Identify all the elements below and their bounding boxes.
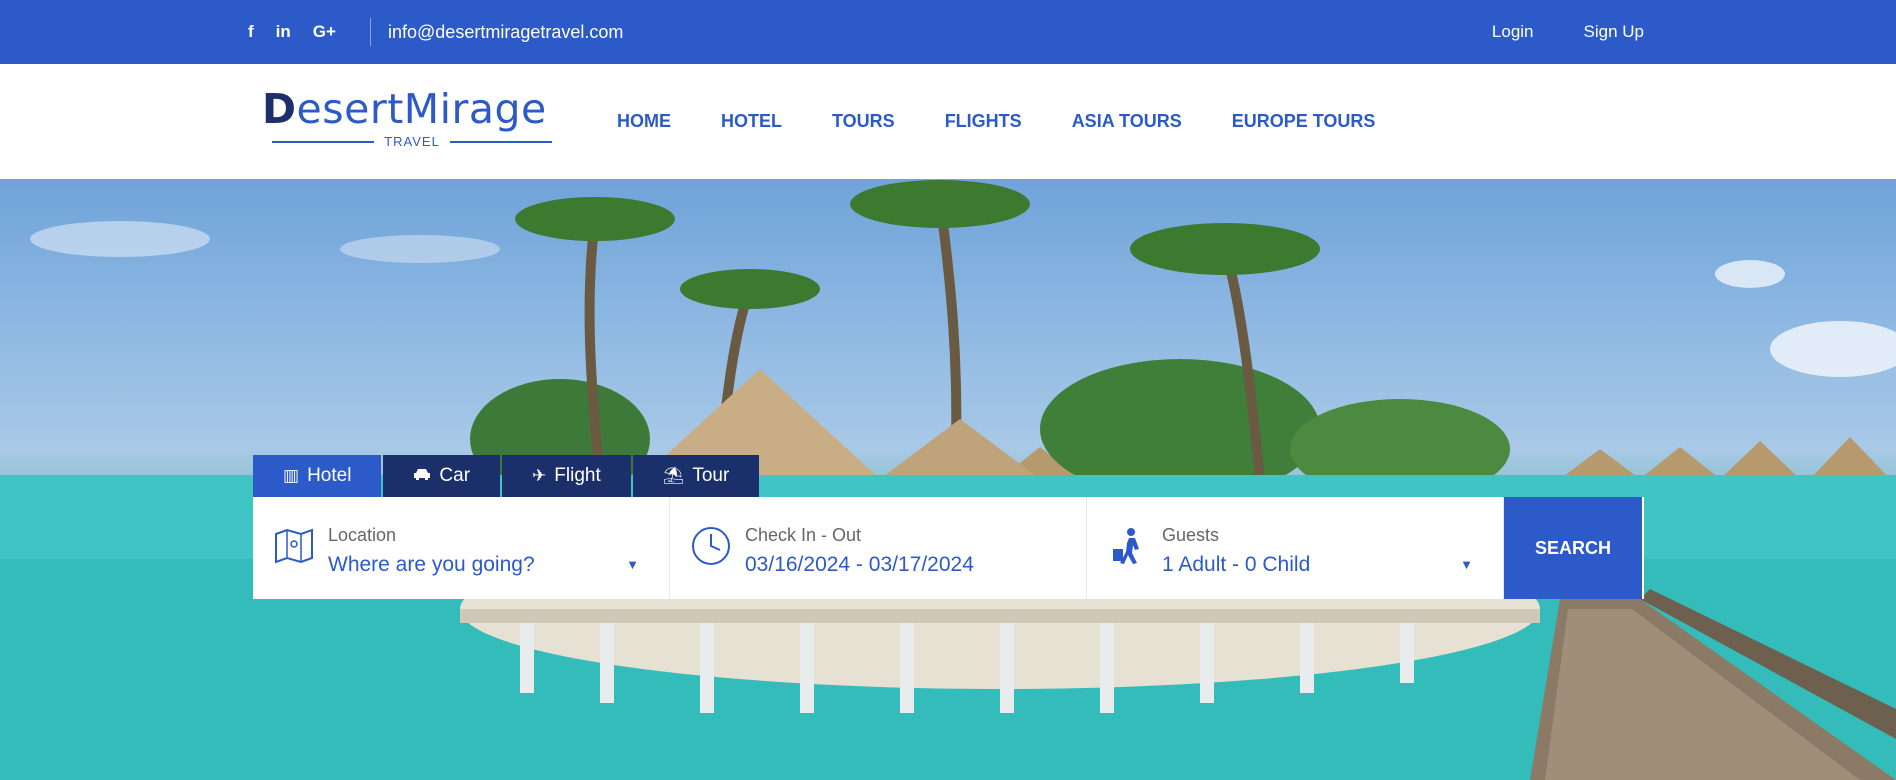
clock-icon	[692, 527, 730, 565]
search-tabs: ▥ Hotel Car ✈ Flight ⛱ Tour	[253, 455, 760, 497]
tab-label: Tour	[692, 465, 730, 486]
plane-icon: ✈	[532, 466, 547, 485]
facebook-icon[interactable]: f	[248, 22, 254, 42]
logo-tagline: TRAVEL	[384, 134, 440, 149]
tab-car[interactable]: Car	[383, 455, 501, 497]
guests-input[interactable]: 1 Adult - 0 Child	[1162, 553, 1310, 577]
social-links: f in G+	[248, 0, 336, 64]
location-input[interactable]: Where are you going?	[328, 553, 535, 577]
top-bar: f in G+ info@desertmiragetravel.com Logi…	[0, 0, 1896, 64]
signup-link[interactable]: Sign Up	[1584, 22, 1644, 42]
login-link[interactable]: Login	[1492, 22, 1534, 42]
logo-tagline-row: TRAVEL	[272, 134, 553, 149]
location-field[interactable]: Location Where are you going? ▼	[253, 497, 670, 599]
main-navbar: DesertMirage TRAVEL HOME HOTEL TOURS FLI…	[0, 64, 1896, 179]
tab-label: Flight	[554, 465, 601, 486]
auth-links: Login Sign Up	[1492, 0, 1644, 64]
tab-label: Car	[439, 465, 471, 486]
beach-icon: ⛱	[662, 466, 685, 485]
nav-hotel[interactable]: HOTEL	[721, 111, 782, 132]
traveler-icon	[1113, 528, 1139, 564]
tab-hotel[interactable]: ▥ Hotel	[253, 455, 382, 497]
nav-asia-tours[interactable]: ASIA TOURS	[1072, 111, 1182, 132]
site-logo[interactable]: DesertMirage TRAVEL	[262, 86, 562, 158]
dates-input[interactable]: 03/16/2024 - 03/17/2024	[745, 553, 974, 577]
nav-tours[interactable]: TOURS	[832, 111, 895, 132]
google-plus-icon[interactable]: G+	[313, 22, 336, 42]
linkedin-icon[interactable]: in	[276, 22, 291, 42]
primary-nav: HOME HOTEL TOURS FLIGHTS ASIA TOURS EURO…	[617, 64, 1375, 179]
tab-flight[interactable]: ✈ Flight	[502, 455, 631, 497]
search-button[interactable]: SEARCH	[1504, 497, 1642, 599]
location-label: Location	[328, 525, 397, 545]
guests-field[interactable]: Guests 1 Adult - 0 Child ▼	[1087, 497, 1504, 599]
nav-home[interactable]: HOME	[617, 111, 671, 132]
dates-label: Check In - Out	[745, 525, 862, 545]
tab-label: Hotel	[307, 465, 352, 486]
nav-flights[interactable]: FLIGHTS	[945, 111, 1022, 132]
building-icon: ▥	[283, 466, 300, 485]
dates-field[interactable]: Check In - Out 03/16/2024 - 03/17/2024	[670, 497, 1087, 599]
contact-email[interactable]: info@desertmiragetravel.com	[388, 0, 623, 64]
search-form: Location Where are you going? ▼ Check In…	[253, 497, 1644, 599]
chevron-down-icon[interactable]: ▼	[1460, 557, 1473, 572]
topbar-divider	[370, 18, 371, 46]
car-icon	[413, 466, 431, 486]
guests-label: Guests	[1162, 525, 1220, 545]
tab-tour[interactable]: ⛱ Tour	[632, 455, 760, 497]
nav-europe-tours[interactable]: EUROPE TOURS	[1232, 111, 1376, 132]
logo-wordmark: DesertMirage	[262, 85, 547, 133]
map-icon	[275, 528, 313, 564]
chevron-down-icon[interactable]: ▼	[626, 557, 639, 572]
